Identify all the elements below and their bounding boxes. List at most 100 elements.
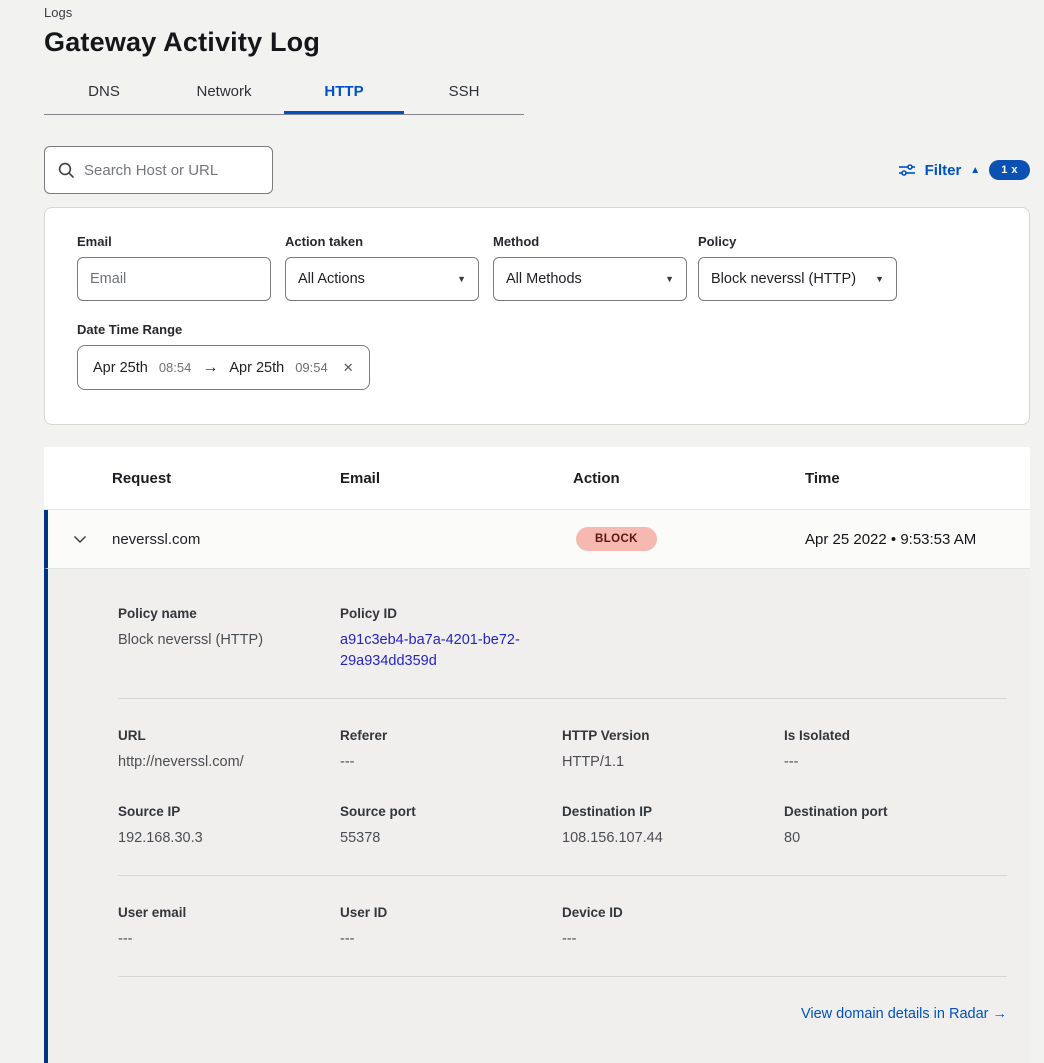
policy-id-label: Policy ID [340, 605, 562, 622]
column-header-time: Time [805, 470, 1030, 487]
user-email-value: --- [118, 929, 340, 950]
table-row[interactable]: neverssl.com BLOCK Apr 25 2022 • 9:53:53… [44, 510, 1030, 569]
search-box [44, 146, 273, 194]
start-time[interactable]: 08:54 [159, 360, 192, 375]
policy-select[interactable]: Block neverssl (HTTP) ▼ [698, 257, 897, 301]
filter-panel: Email Action taken All Actions ▼ Method … [44, 207, 1030, 425]
start-date[interactable]: Apr 25th [93, 360, 148, 376]
policy-section: Policy name Block neverssl (HTTP) Policy… [118, 605, 1007, 672]
request-detail-section-row2: Source IP 192.168.30.3 Source port 55378… [118, 803, 1007, 849]
gateway-activity-log-page: Logs Gateway Activity Log DNS Network HT… [0, 0, 1044, 1063]
activity-log-table: Request Email Action Time neverssl.com B… [44, 447, 1030, 1063]
source-port-field: Source port 55378 [340, 803, 562, 849]
source-port-label: Source port [340, 803, 562, 820]
date-time-range-field: Date Time Range Apr 25th 08:54 → Apr 25t… [77, 322, 997, 390]
http-version-value: HTTP/1.1 [562, 752, 784, 773]
device-id-value: --- [562, 929, 784, 950]
destination-port-value: 80 [784, 828, 1006, 849]
source-ip-label: Source IP [118, 803, 340, 820]
policy-selected-value: Block neverssl (HTTP) [711, 271, 856, 287]
referer-label: Referer [340, 727, 562, 744]
time-cell: Apr 25 2022 • 9:53:53 AM [805, 531, 1030, 548]
tab-ssh[interactable]: SSH [404, 74, 524, 114]
destination-ip-label: Destination IP [562, 803, 784, 820]
view-domain-details-radar-link[interactable]: View domain details in Radar → [801, 1006, 1007, 1022]
is-isolated-field: Is Isolated --- [784, 727, 1006, 773]
action-taken-selected-value: All Actions [298, 271, 365, 287]
end-time[interactable]: 09:54 [295, 360, 328, 375]
destination-ip-field: Destination IP 108.156.107.44 [562, 803, 784, 849]
request-detail-section-row1: URL http://neverssl.com/ Referer --- HTT… [118, 727, 1007, 773]
end-date[interactable]: Apr 25th [229, 360, 284, 376]
caret-up-icon[interactable]: ▲ [970, 165, 980, 176]
device-id-field: Device ID --- [562, 904, 784, 950]
policy-filter-field: Policy Block neverssl (HTTP) ▼ [698, 234, 897, 301]
expanded-row-details: Policy name Block neverssl (HTTP) Policy… [44, 569, 1030, 1063]
policy-name-field: Policy name Block neverssl (HTTP) [118, 605, 340, 672]
active-filter-count-badge[interactable]: 1 x [989, 160, 1030, 180]
search-filter-bar: Filter ▲ 1 x [44, 146, 1030, 194]
action-cell: BLOCK [573, 527, 805, 551]
filter-controls: Filter ▲ 1 x [898, 160, 1030, 180]
action-taken-filter-label: Action taken [285, 234, 479, 249]
method-select[interactable]: All Methods ▼ [493, 257, 687, 301]
method-selected-value: All Methods [506, 271, 582, 287]
url-value: http://neverssl.com/ [118, 752, 340, 773]
column-header-action: Action [573, 470, 805, 487]
policy-name-label: Policy name [118, 605, 340, 622]
section-divider [118, 875, 1007, 876]
source-ip-value: 192.168.30.3 [118, 828, 340, 849]
device-id-label: Device ID [562, 904, 784, 921]
arrow-right-icon: → [202, 359, 218, 377]
url-field: URL http://neverssl.com/ [118, 727, 340, 773]
policy-name-value: Block neverssl (HTTP) [118, 630, 340, 651]
column-header-email: Email [340, 470, 573, 487]
referer-value: --- [340, 752, 562, 773]
tab-network[interactable]: Network [164, 74, 284, 114]
section-divider [118, 976, 1007, 977]
chevron-down-icon: ▼ [457, 274, 466, 284]
breadcrumb[interactable]: Logs [44, 0, 1030, 20]
date-range-picker[interactable]: Apr 25th 08:54 → Apr 25th 09:54 ✕ [77, 345, 370, 390]
destination-port-label: Destination port [784, 803, 1006, 820]
column-header-request: Request [112, 470, 340, 487]
is-isolated-label: Is Isolated [784, 727, 1006, 744]
user-section: User email --- User ID --- Device ID --- [118, 904, 1007, 950]
collapse-row-chevron-icon[interactable] [48, 535, 112, 544]
search-icon [57, 161, 75, 179]
email-filter-label: Email [77, 234, 271, 249]
block-status-badge: BLOCK [576, 527, 657, 551]
destination-ip-value: 108.156.107.44 [562, 828, 784, 849]
clear-date-range-icon[interactable]: ✕ [343, 360, 354, 376]
action-taken-select[interactable]: All Actions ▼ [285, 257, 479, 301]
user-id-value: --- [340, 929, 562, 950]
action-taken-filter-field: Action taken All Actions ▼ [285, 234, 479, 301]
policy-id-link[interactable]: a91c3eb4-ba7a-4201-be72-29a934dd359d [340, 630, 562, 672]
user-email-label: User email [118, 904, 340, 921]
user-id-label: User ID [340, 904, 562, 921]
policy-id-field: Policy ID a91c3eb4-ba7a-4201-be72-29a934… [340, 605, 562, 672]
http-version-label: HTTP Version [562, 727, 784, 744]
tab-dns[interactable]: DNS [44, 74, 164, 114]
filter-sliders-icon [898, 162, 916, 178]
radar-link-row: View domain details in Radar → [118, 1005, 1007, 1023]
tab-http[interactable]: HTTP [284, 74, 404, 114]
page-title: Gateway Activity Log [44, 27, 1030, 58]
referer-field: Referer --- [340, 727, 562, 773]
source-port-value: 55378 [340, 828, 562, 849]
email-filter-field: Email [77, 234, 271, 301]
request-cell[interactable]: neverssl.com [112, 531, 340, 548]
search-input[interactable] [84, 162, 260, 179]
chevron-down-icon: ▼ [665, 274, 674, 284]
log-type-tabs: DNS Network HTTP SSH [44, 74, 524, 115]
section-divider [118, 698, 1007, 699]
policy-filter-label: Policy [698, 234, 897, 249]
is-isolated-value: --- [784, 752, 1006, 773]
filter-toggle-button[interactable]: Filter [925, 162, 962, 179]
http-version-field: HTTP Version HTTP/1.1 [562, 727, 784, 773]
method-filter-label: Method [493, 234, 687, 249]
email-filter-input[interactable] [77, 257, 271, 301]
user-id-field: User ID --- [340, 904, 562, 950]
table-header-row: Request Email Action Time [44, 447, 1030, 510]
date-time-range-label: Date Time Range [77, 322, 997, 337]
